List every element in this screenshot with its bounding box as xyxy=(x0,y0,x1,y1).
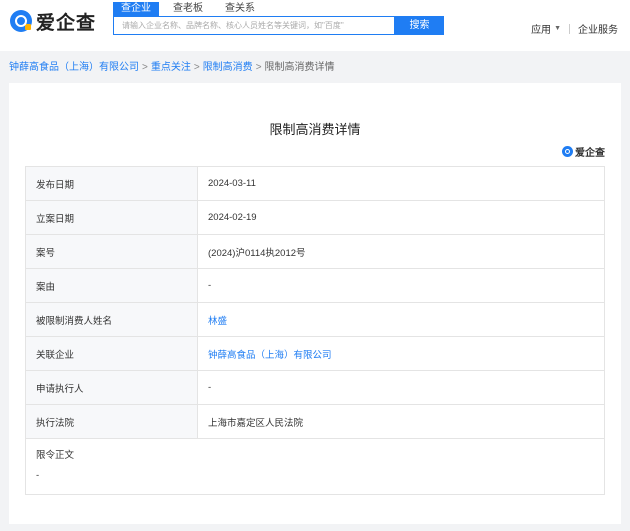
restricted-person-link[interactable]: 林盛 xyxy=(197,302,605,337)
search-tabs: 查企业 查老板 查关系 xyxy=(113,2,269,16)
breadcrumb-focus[interactable]: 重点关注 xyxy=(151,62,191,73)
related-company-link[interactable]: 钟薛高食品（上海）有限公司 xyxy=(197,336,605,371)
row-value: 2024-02-19 xyxy=(197,200,605,235)
logo-icon xyxy=(562,146,573,157)
table-row: 案由 - xyxy=(25,268,605,303)
row-label: 案由 xyxy=(25,268,198,303)
row-label: 立案日期 xyxy=(25,200,198,235)
row-value: 上海市嘉定区人民法院 xyxy=(197,404,605,439)
search-input[interactable]: 请输入企业名称、品牌名称、核心人员姓名等关键词，如"百度" xyxy=(113,16,395,35)
breadcrumb: 钟薛高食品（上海）有限公司 > 重点关注 > 限制高消费 > 限制高消费详情 xyxy=(9,58,335,73)
table-row: 限令正文 - xyxy=(25,438,605,495)
row-value: - xyxy=(197,268,605,303)
search-button[interactable]: 搜索 xyxy=(395,16,444,35)
table-row: 执行法院 上海市嘉定区人民法院 xyxy=(25,404,605,439)
row-label: 执行法院 xyxy=(25,404,198,439)
top-nav: 应用 ▼ 企业服务 xyxy=(531,21,618,36)
top-bar: 爱企查 查企业 查老板 查关系 请输入企业名称、品牌名称、核心人员姓名等关键词，… xyxy=(0,0,630,51)
row-value: 2024-03-11 xyxy=(197,166,605,201)
enterprise-service-link[interactable]: 企业服务 xyxy=(578,21,618,36)
row-label: 发布日期 xyxy=(25,166,198,201)
nav-divider xyxy=(569,23,570,34)
breadcrumb-company[interactable]: 钟薛高食品（上海）有限公司 xyxy=(9,62,139,73)
page-title: 限制高消费详情 xyxy=(269,122,361,137)
tab-boss[interactable]: 查老板 xyxy=(165,2,211,16)
row-label: 关联企业 xyxy=(25,336,198,371)
table-row: 立案日期 2024-02-19 xyxy=(25,200,605,235)
watermark-text: 爱企查 xyxy=(575,148,605,159)
table-row: 案号 (2024)沪0114执2012号 xyxy=(25,234,605,269)
row-label: 申请执行人 xyxy=(25,370,198,405)
apps-menu[interactable]: 应用 xyxy=(531,21,551,36)
row-label: 案号 xyxy=(25,234,198,269)
breadcrumb-separator: > xyxy=(193,62,200,73)
table-row: 发布日期 2024-03-11 xyxy=(25,166,605,201)
row-value: (2024)沪0114执2012号 xyxy=(197,234,605,269)
row-value: - xyxy=(197,370,605,405)
order-text-label: 限令正文 xyxy=(36,450,75,461)
row-label: 被限制消费人姓名 xyxy=(25,302,198,337)
logo-icon xyxy=(10,10,32,32)
tab-company[interactable]: 查企业 xyxy=(113,2,159,16)
breadcrumb-restriction[interactable]: 限制高消费 xyxy=(203,62,253,73)
order-text-value: - xyxy=(36,470,40,481)
order-text-cell: 限令正文 - xyxy=(25,438,605,495)
logo[interactable]: 爱企查 xyxy=(10,9,97,34)
breadcrumb-current: 限制高消费详情 xyxy=(264,62,335,73)
table-row: 关联企业 钟薛高食品（上海）有限公司 xyxy=(25,336,605,371)
table-row: 申请执行人 - xyxy=(25,370,605,405)
tab-relation[interactable]: 查关系 xyxy=(217,2,263,16)
watermark-logo: 爱企查 xyxy=(562,144,605,159)
detail-table: 发布日期 2024-03-11 立案日期 2024-02-19 案号 (2024… xyxy=(25,166,605,495)
detail-card: 限制高消费详情 爱企查 发布日期 2024-03-11 立案日期 2024-02… xyxy=(9,83,621,524)
breadcrumb-separator: > xyxy=(142,62,148,73)
table-row: 被限制消费人姓名 林盛 xyxy=(25,302,605,337)
chevron-down-icon[interactable]: ▼ xyxy=(554,25,561,32)
breadcrumb-separator: > xyxy=(255,62,262,73)
logo-text: 爱企查 xyxy=(36,12,97,34)
